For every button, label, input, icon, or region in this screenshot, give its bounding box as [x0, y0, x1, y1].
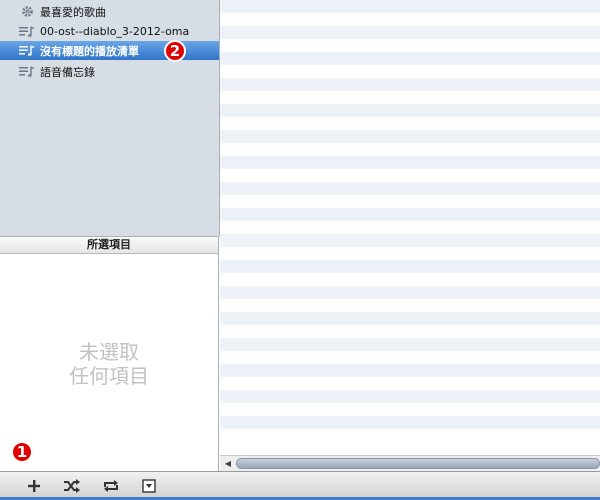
- sidebar-item-voice-memos[interactable]: 語音備忘錄: [0, 62, 219, 81]
- add-playlist-button[interactable]: [24, 477, 44, 495]
- empty-selection-message: 未選取 任何項目: [69, 340, 149, 388]
- annotation-badge-2: 2: [164, 40, 186, 62]
- playlist-icon: [19, 24, 35, 40]
- sidebar-item-label: 語音備忘錄: [40, 65, 95, 79]
- selected-item-header: 所選項目: [0, 236, 219, 254]
- sidebar-item-diablo-playlist[interactable]: 00-ost--diablo_3-2012-oma: [0, 22, 219, 41]
- gear-icon: [19, 4, 35, 20]
- sidebar-item-label: 00-ost--diablo_3-2012-oma: [40, 25, 190, 38]
- sidebar-item-favorite-songs[interactable]: 最喜愛的歌曲: [0, 2, 219, 21]
- shuffle-icon: [64, 479, 80, 493]
- show-artwork-icon: [142, 479, 156, 493]
- show-artwork-button[interactable]: [139, 477, 159, 495]
- playlist-icon: [19, 64, 35, 80]
- scroll-left-icon[interactable]: ◀: [223, 459, 233, 469]
- sidebar: 最喜愛的歌曲 00-ost--diablo_3-2012-oma 沒有標題的播放…: [0, 0, 220, 236]
- add-icon: [28, 480, 40, 492]
- shuffle-button[interactable]: [62, 477, 82, 495]
- horizontal-scrollbar[interactable]: ◀: [220, 455, 600, 471]
- sidebar-item-label: 最喜愛的歌曲: [40, 5, 106, 19]
- annotation-badge-1: 1: [11, 441, 33, 463]
- selected-item-panel: 未選取 任何項目: [0, 254, 219, 471]
- repeat-icon: [104, 480, 118, 492]
- bottom-toolbar: [0, 471, 600, 500]
- sidebar-item-label: 沒有標題的播放清單: [40, 44, 139, 58]
- sidebar-item-untitled-playlist[interactable]: 沒有標題的播放清單: [0, 41, 219, 60]
- playlist-icon: [19, 43, 35, 59]
- track-list[interactable]: [220, 0, 600, 455]
- scrollbar-thumb[interactable]: [236, 458, 600, 469]
- repeat-button[interactable]: [101, 477, 121, 495]
